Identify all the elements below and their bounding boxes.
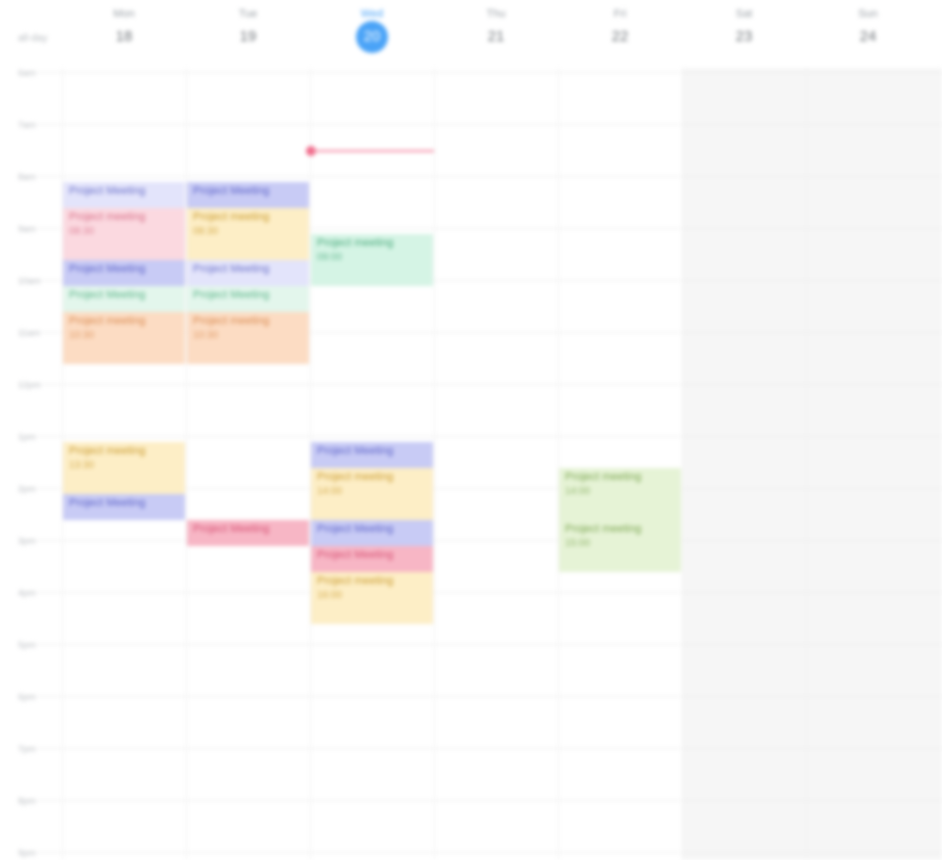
day-name-tue: Tue xyxy=(238,8,258,20)
event-wed-6[interactable]: Project meeting 16:00 xyxy=(311,572,433,624)
event-mon-7[interactable]: Project Meeting xyxy=(63,494,185,520)
hour-label: 8pm xyxy=(18,796,36,806)
day-name-thu: Thu xyxy=(486,8,506,20)
day-number-mon[interactable]: 18 xyxy=(62,28,186,45)
hour-label: 1pm xyxy=(18,432,36,442)
event-wed-3[interactable]: Project meeting 14:00 xyxy=(311,468,433,520)
event-mon-5[interactable]: Project meeting 10:30 xyxy=(63,312,185,364)
hour-line xyxy=(18,176,942,177)
time-grid[interactable]: 6am 7am 8am 9am 10am 11am 12pm 1pm 2pm 3… xyxy=(0,68,942,860)
column-divider xyxy=(682,68,683,860)
hour-label: 3pm xyxy=(18,536,36,546)
event-mon-4[interactable]: Project Meeting xyxy=(63,286,185,312)
hour-label: 6am xyxy=(18,68,36,78)
day-number-wed-today[interactable]: 20 xyxy=(310,21,434,53)
all-day-label: all-day xyxy=(18,33,48,44)
day-number-thu[interactable]: 21 xyxy=(434,28,558,45)
column-divider xyxy=(806,68,807,860)
hour-line xyxy=(18,72,942,73)
hour-label: 9am xyxy=(18,224,36,234)
event-wed-5[interactable]: Project Meeting xyxy=(311,546,433,572)
hour-line xyxy=(18,540,942,541)
event-mon-6[interactable]: Project meeting 13:30 xyxy=(63,442,185,494)
day-name-fri: Fri xyxy=(613,8,627,20)
column-divider xyxy=(558,68,559,860)
column-divider xyxy=(434,68,435,860)
hour-line xyxy=(18,124,942,125)
hour-line xyxy=(18,384,942,385)
hour-line xyxy=(18,696,942,697)
day-name-sat: Sat xyxy=(735,8,753,20)
weekend-shading xyxy=(682,68,942,860)
week-header: all-day Mon 18 Tue 19 Wed 20 Thu 21 Fri … xyxy=(0,0,942,62)
event-tue-6[interactable]: Project Meeting xyxy=(187,520,309,546)
hour-label: 12pm xyxy=(18,380,41,390)
hour-label: 6pm xyxy=(18,692,36,702)
event-wed-1[interactable]: Project meeting 09:00 xyxy=(311,234,433,286)
day-number-sun[interactable]: 24 xyxy=(806,28,930,45)
hour-label: 5pm xyxy=(18,640,36,650)
hour-label: 2pm xyxy=(18,484,36,494)
event-wed-2[interactable]: Project Meeting xyxy=(311,442,433,468)
hour-line xyxy=(18,852,942,853)
day-number-tue[interactable]: 19 xyxy=(186,28,310,45)
event-tue-5[interactable]: Project meeting 10:30 xyxy=(187,312,309,364)
event-fri-2[interactable]: Project meeting 15:00 xyxy=(559,520,681,572)
hour-line xyxy=(18,436,942,437)
event-tue-1[interactable]: Project Meeting xyxy=(187,182,309,208)
current-time-line xyxy=(312,150,434,152)
hour-line xyxy=(18,800,942,801)
hour-line xyxy=(18,748,942,749)
day-number-sat[interactable]: 23 xyxy=(682,28,806,45)
hour-label: 7am xyxy=(18,120,36,130)
event-mon-2[interactable]: Project meeting 08:30 xyxy=(63,208,185,260)
hour-line xyxy=(18,644,942,645)
event-mon-1[interactable]: Project Meeting xyxy=(63,182,185,208)
hour-line xyxy=(18,592,942,593)
event-tue-2[interactable]: Project meeting 08:30 xyxy=(187,208,309,260)
hour-label: 10am xyxy=(18,276,41,286)
event-tue-3[interactable]: Project Meeting xyxy=(187,260,309,286)
event-mon-3[interactable]: Project Meeting xyxy=(63,260,185,286)
event-wed-4[interactable]: Project Meeting xyxy=(311,520,433,546)
hour-label: 9pm xyxy=(18,848,36,858)
hour-label: 7pm xyxy=(18,744,36,754)
day-name-sun: Sun xyxy=(858,8,878,20)
hour-label: 8am xyxy=(18,172,36,182)
event-tue-4[interactable]: Project Meeting xyxy=(187,286,309,312)
event-fri-1[interactable]: Project meeting 14:00 xyxy=(559,468,681,520)
day-name-wed: Wed xyxy=(360,8,384,20)
hour-label: 11am xyxy=(18,328,40,338)
day-name-mon: Mon xyxy=(113,8,135,20)
day-number-fri[interactable]: 22 xyxy=(558,28,682,45)
hour-label: 4pm xyxy=(18,588,36,598)
